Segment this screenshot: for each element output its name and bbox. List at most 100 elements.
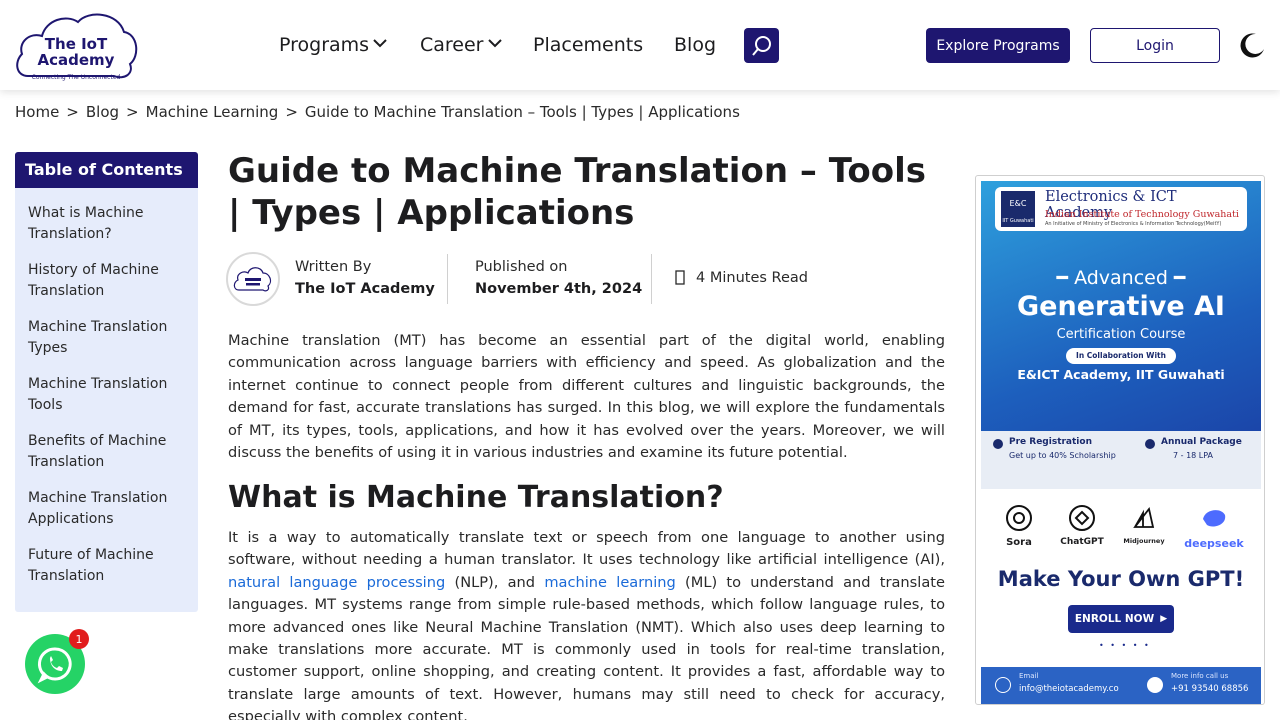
toc-item[interactable]: Machine Translation Applications — [28, 488, 188, 530]
ad-org-line3: An Initiative of Ministry of Electronics… — [1045, 221, 1222, 227]
toc-item[interactable]: Benefits of Machine Translation — [28, 431, 188, 473]
login-button[interactable]: Login — [1090, 28, 1220, 63]
ad-cta-headline: Make Your Own GPT! — [997, 567, 1245, 591]
breadcrumb-blog[interactable]: Blog — [86, 103, 119, 121]
chevron-down-icon — [487, 37, 502, 52]
author-name[interactable]: The IoT Academy — [295, 281, 435, 297]
search-button[interactable] — [744, 28, 779, 63]
nav-blog-label: Blog — [674, 34, 716, 56]
ad-enroll-button[interactable]: ENROLL NOW ▶ — [1068, 605, 1174, 633]
ad-org-box: E&C IIT Guwahati Electronics & ICT Acade… — [995, 187, 1247, 231]
ad-tool-label: deepseek — [1184, 537, 1244, 550]
logo-line2: Academy — [37, 51, 115, 69]
logo-line1: The IoT — [44, 35, 108, 53]
ad-package-title: Annual Package — [1161, 437, 1242, 447]
deepseek-icon — [1203, 510, 1226, 527]
breadcrumb-current: Guide to Machine Translation – Tools | T… — [304, 103, 740, 121]
toc-item[interactable]: Machine Translation Tools — [28, 374, 188, 416]
breadcrumb: Home > Blog > Machine Learning > Guide t… — [15, 103, 740, 121]
ad-banner-top: E&C IIT Guwahati Electronics & ICT Acade… — [981, 181, 1261, 489]
ad-tool-label: Midjourney — [1123, 537, 1165, 545]
chevron-down-icon — [373, 37, 387, 52]
toc-item[interactable]: History of Machine Translation — [28, 260, 188, 302]
section-heading: What is Machine Translation? — [228, 480, 724, 515]
author-logo-icon — [233, 267, 272, 292]
nav-career-label: Career — [420, 34, 484, 56]
ad-org-line2: Indian Institute of Technology Guwahati — [1045, 209, 1239, 220]
site-header: The IoT Academy Connecting The Unconnect… — [0, 0, 1280, 90]
paragraph-text: (ML) to understand and translate languag… — [228, 573, 945, 720]
ad-eyebrow-dash: ━ — [1173, 267, 1186, 289]
ad-collab-org: E&ICT Academy, IIT Guwahati — [1017, 367, 1225, 382]
toc-item[interactable]: Machine Translation Types — [28, 317, 188, 359]
nav-programs[interactable]: Programs — [279, 33, 387, 57]
ad-email: info@theiotacademy.co — [1019, 684, 1119, 694]
nav-placements[interactable]: Placements — [533, 33, 643, 57]
sidebar-ad[interactable]: E&C IIT Guwahati Electronics & ICT Acade… — [975, 175, 1265, 705]
globe-icon — [995, 677, 1011, 693]
ad-collab-pill: In Collaboration With — [1066, 348, 1176, 364]
article-paragraph: It is a way to automatically translate t… — [228, 527, 945, 720]
explore-programs-button[interactable]: Explore Programs — [926, 28, 1070, 63]
toc-title: Table of Contents — [15, 152, 198, 188]
breadcrumb-machine-learning[interactable]: Machine Learning — [146, 103, 279, 121]
toc-item[interactable]: Future of Machine Translation — [28, 545, 188, 587]
ad-dots-decoration: • • • • • — [1099, 641, 1151, 650]
ad-tool-label: ChatGPT — [1060, 537, 1104, 547]
link-machine-learning[interactable]: machine learning — [544, 574, 676, 591]
nav-placements-label: Placements — [533, 34, 644, 56]
written-by-label: Written By — [295, 259, 372, 275]
toc-item[interactable]: What is Machine Translation? — [28, 203, 188, 245]
ad-eyebrow-dash: ━ — [1056, 267, 1075, 289]
theme-toggle[interactable] — [1238, 31, 1266, 59]
whatsapp-icon — [37, 647, 72, 684]
ad-package-sub: 7 - 18 LPA — [1173, 451, 1214, 460]
moon-icon — [1240, 33, 1264, 58]
ad-tool-midjourney: Midjourney — [1119, 503, 1169, 545]
ad-org-logo-sub: IIT Guwahati — [1002, 218, 1034, 224]
search-icon — [751, 35, 771, 56]
nav-programs-label: Programs — [279, 34, 370, 56]
ad-bullet-icon — [993, 439, 1003, 449]
published-date: November 4th, 2024 — [475, 281, 643, 297]
chatgpt-icon — [1069, 505, 1095, 531]
ad-tool-deepseek: deepseek — [1177, 503, 1251, 550]
logo-wordmark: The IoT Academy — [14, 36, 138, 68]
play-icon: ▶ — [1160, 614, 1168, 624]
table-of-contents: Table of Contents What is Machine Transl… — [15, 152, 198, 612]
meta-divider — [447, 254, 448, 304]
ad-contact-bar: Email info@theiotacademy.co More info ca… — [981, 667, 1261, 704]
ad-eyebrow: ━ Advanced ━ — [981, 267, 1261, 289]
ad-pre-reg-sub: Get up to 40% Scholarship — [1009, 451, 1116, 460]
ad-pre-reg-title: Pre Registration — [1009, 437, 1092, 447]
notification-badge: 1 — [69, 629, 89, 649]
ad-offer-strip: Pre Registration Get up to 40% Scholarsh… — [981, 431, 1261, 489]
ad-headline: Generative AI — [1017, 291, 1225, 322]
article-title: Guide to Machine Translation – Tools | T… — [228, 151, 926, 233]
ad-banner-bottom: Sora ChatGPT Midjourney deepseek Make Yo… — [981, 489, 1261, 704]
paragraph-text: It is a way to automatically translate t… — [228, 529, 945, 569]
site-logo[interactable]: The IoT Academy Connecting The Unconnect… — [14, 8, 138, 84]
ad-tool-chatgpt: ChatGPT — [1057, 503, 1107, 547]
ad-course: Certification Course — [1056, 327, 1186, 342]
phone-icon — [1147, 677, 1163, 693]
breadcrumb-home[interactable]: Home — [15, 103, 59, 121]
ad-bullet-icon — [1145, 439, 1155, 449]
midjourney-icon — [1133, 506, 1155, 528]
nav-blog[interactable]: Blog — [674, 33, 716, 57]
ad-tool-label: Sora — [1006, 537, 1032, 548]
ad-org-logo-label: E&C — [1009, 199, 1027, 208]
ad-eyebrow-text: Advanced — [1074, 267, 1168, 289]
article-intro: Machine translation (MT) has become an e… — [228, 332, 945, 462]
ad-phone: +91 93540 68856 — [1171, 684, 1249, 694]
ad-phone-label: More info call us — [1171, 672, 1229, 680]
link-nlp[interactable]: natural language processing — [228, 574, 445, 591]
ad-org-logo: E&C IIT Guwahati — [1001, 191, 1035, 227]
logo-tagline: Connecting The Unconnected — [31, 74, 121, 81]
breadcrumb-separator: > — [285, 103, 298, 121]
published-label: Published on — [475, 259, 568, 275]
breadcrumb-separator: > — [126, 103, 139, 121]
ad-email-label: Email — [1019, 672, 1039, 680]
paragraph-text: (NLP), and — [445, 573, 545, 591]
nav-career[interactable]: Career — [420, 33, 502, 57]
